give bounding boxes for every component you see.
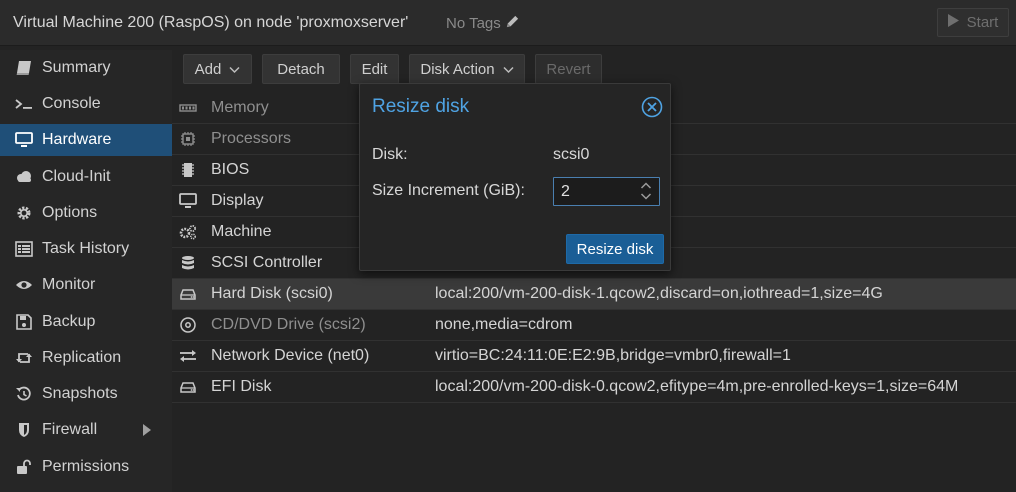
sidebar-item-label: Console [42,95,101,112]
row-value: local:200/vm-200-disk-0.qcow2,efitype=4m… [435,378,959,395]
cogs-icon [177,223,199,241]
sidebar-item-replication[interactable]: Replication [0,342,172,374]
history-icon [14,385,34,403]
sidebar-item-label: Snapshots [42,385,118,402]
row-name: Display [211,192,264,209]
table-row[interactable]: EFI Disk local:200/vm-200-disk-0.qcow2,e… [172,372,1016,403]
sidebar-item-options[interactable]: Options [0,197,172,229]
sidebar: Summary Console Hardware Cloud-Init Opti… [0,50,172,492]
sidebar-item-label: Replication [42,349,122,366]
floppy-icon [14,313,34,331]
sidebar-item-label: Task History [42,240,130,257]
cpu-icon [177,130,199,148]
pencil-icon[interactable] [505,14,520,33]
retweet-icon [14,349,34,367]
monitor-icon [14,131,34,149]
row-name: Network Device (net0) [211,347,370,364]
sidebar-item-permissions[interactable]: Permissions [0,451,172,483]
row-name: SCSI Controller [211,254,323,271]
row-name: Hard Disk (scsi0) [211,285,333,302]
exchange-icon [177,347,199,365]
row-name: Memory [211,99,269,116]
cloud-icon [14,168,34,186]
sidebar-item-firewall[interactable]: Firewall [0,414,172,446]
chevron-down-icon [229,61,240,78]
sidebar-item-snapshots[interactable]: Snapshots [0,378,172,410]
tags-label: No Tags [446,15,501,32]
gear-icon [14,204,34,222]
book-icon [14,59,34,77]
terminal-icon [14,95,34,113]
sidebar-item-label: Firewall [42,421,98,438]
sidebar-item-summary[interactable]: Summary [0,52,172,84]
sidebar-item-cloud-init[interactable]: Cloud-Init [0,161,172,193]
sidebar-item-hardware[interactable]: Hardware [0,124,172,156]
database-icon [177,254,199,272]
sidebar-item-console[interactable]: Console [0,88,172,120]
resize-disk-dialog: Resize disk Disk: scsi0 Size Increment (… [359,83,671,271]
size-increment-label: Size Increment (GiB): [372,182,525,199]
table-row[interactable]: CD/DVD Drive (scsi2) none,media=cdrom [172,310,1016,341]
hdd-icon [177,285,199,303]
row-name: EFI Disk [211,378,272,395]
start-button[interactable]: Start [937,8,1009,37]
eye-icon [14,276,34,294]
tags-editor[interactable]: No Tags [446,14,520,33]
row-name: Machine [211,223,272,240]
row-name: CD/DVD Drive (scsi2) [211,316,366,333]
edit-button[interactable]: Edit [350,54,399,84]
revert-button[interactable]: Revert [535,54,602,84]
disk-action-label: Disk Action [420,60,495,78]
unlock-icon [14,458,34,476]
spinner-icon[interactable] [639,180,653,202]
sidebar-item-label: Monitor [42,276,96,293]
row-name: BIOS [211,161,250,178]
disc-icon [177,316,199,334]
resize-disk-button[interactable]: Resize disk [566,234,664,264]
sidebar-item-label: Summary [42,59,111,76]
row-value: virtio=BC:24:11:0E:E2:9B,bridge=vmbr0,fi… [435,347,791,364]
start-label: Start [966,14,999,31]
shield-icon [14,421,34,439]
sidebar-item-monitor[interactable]: Monitor [0,269,172,301]
detach-label: Detach [277,60,325,78]
chevron-down-icon [503,61,514,78]
close-icon[interactable] [641,96,663,118]
row-value: none,media=cdrom [435,316,573,333]
edit-label: Edit [361,60,388,78]
sidebar-item-label: Cloud-Init [42,168,111,185]
disk-action-button[interactable]: Disk Action [409,54,525,84]
sidebar-item-backup[interactable]: Backup [0,306,172,338]
sidebar-item-label: Backup [42,313,96,330]
sidebar-item-label: Hardware [42,131,112,148]
sidebar-item-label: Permissions [42,458,130,475]
add-label: Add [194,60,222,78]
detach-button[interactable]: Detach [262,54,340,84]
desktop-icon [177,192,199,210]
add-button[interactable]: Add [183,54,252,84]
table-row[interactable]: Hard Disk (scsi0) local:200/vm-200-disk-… [172,279,1016,310]
list-icon [14,240,34,258]
table-row[interactable]: Network Device (net0) virtio=BC:24:11:0E… [172,341,1016,372]
expand-arrow-icon[interactable] [143,424,151,436]
disk-value: scsi0 [553,146,590,163]
vm-header: Virtual Machine 200 (RaspOS) on node 'pr… [0,0,1016,46]
sidebar-item-label: Options [42,204,98,221]
row-value: local:200/vm-200-disk-1.qcow2,discard=on… [435,285,883,302]
dialog-title: Resize disk [372,96,470,117]
revert-label: Revert [546,60,591,78]
vm-title: Virtual Machine 200 (RaspOS) on node 'pr… [13,14,409,31]
chip-icon [177,161,199,179]
play-icon [947,14,959,31]
memory-icon [177,99,199,117]
sidebar-item-task-history[interactable]: Task History [0,233,172,265]
disk-label: Disk: [372,146,408,163]
row-name: Processors [211,130,292,147]
hdd-icon [177,378,199,396]
